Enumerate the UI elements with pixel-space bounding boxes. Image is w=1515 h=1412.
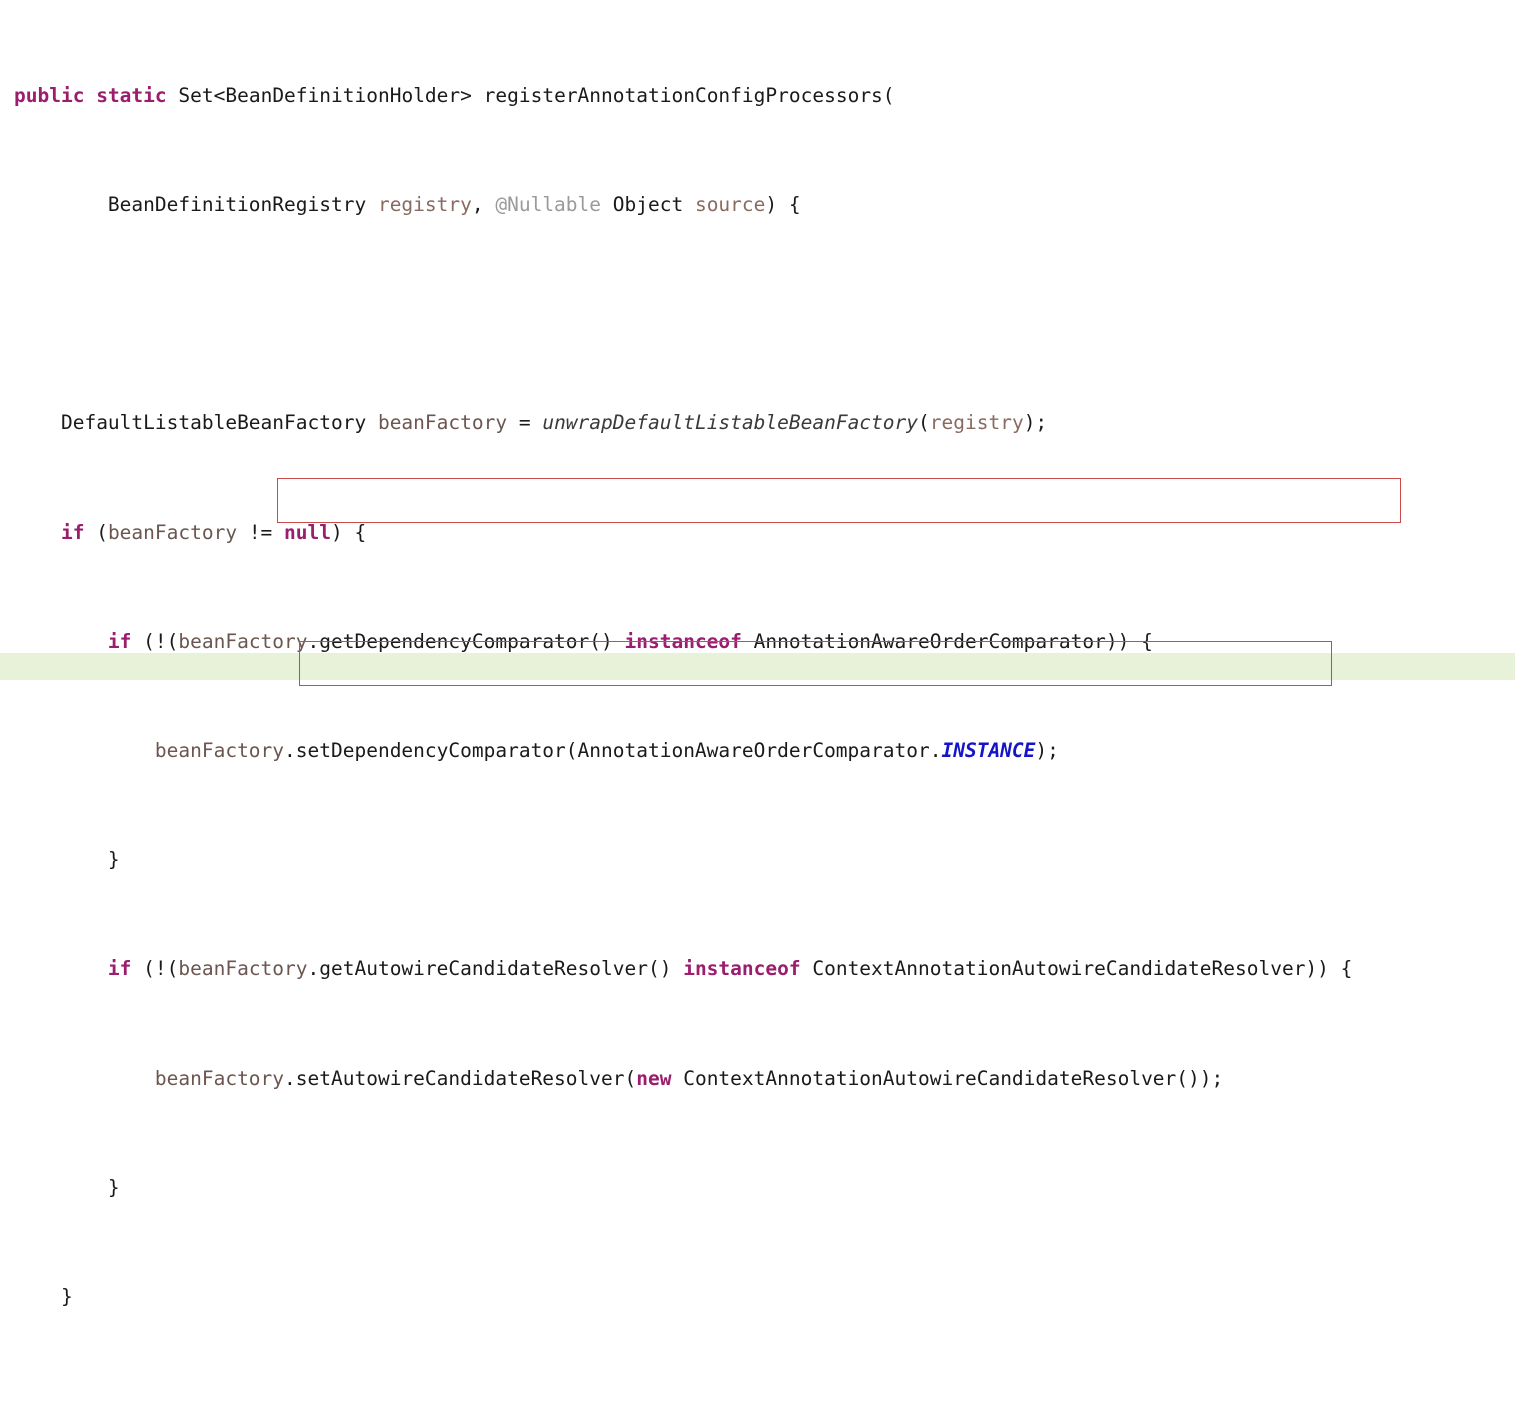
code-line: if (!(beanFactory.getAutowireCandidateRe… (0, 955, 1515, 982)
token-keyword: instanceof (683, 957, 801, 981)
token-brace: } (60, 1284, 73, 1308)
token-param: registry (377, 193, 472, 217)
token-text: = (507, 411, 543, 435)
token-text: ); (1023, 411, 1048, 435)
token-text: .getDependencyComparator() (307, 629, 625, 653)
token-brace: } (107, 1175, 120, 1199)
code-line: } (0, 1283, 1515, 1310)
token-text: ) { (331, 520, 367, 544)
token-text: ) { (765, 193, 801, 217)
token-text: ContextAnnotationAutowireCandidateResolv… (671, 1066, 1224, 1090)
token-local: beanFactory (107, 520, 238, 544)
token-keyword: static (96, 83, 167, 107)
token-local: beanFactory (377, 411, 508, 435)
token-text: BeanDefinitionRegistry (107, 193, 378, 217)
token-text: != (237, 520, 285, 544)
code-line: BeanDefinitionRegistry registry, @Nullab… (0, 191, 1515, 218)
token-text: AnnotationAwareOrderComparator)) { (741, 629, 1153, 653)
token-keyword: if (107, 957, 132, 981)
code-line: beanFactory.setAutowireCandidateResolver… (0, 1065, 1515, 1092)
code-line: if (beanFactory != null) { (0, 519, 1515, 546)
token-text: DefaultListableBeanFactory (60, 411, 378, 435)
code-line: DefaultListableBeanFactory beanFactory =… (0, 409, 1515, 436)
code-line: } (0, 846, 1515, 873)
token-brace: } (107, 848, 120, 872)
token-text: (!( (131, 957, 179, 981)
token-text: Set<BeanDefinitionHolder> registerAnnota… (166, 83, 895, 107)
token-keyword: public (14, 83, 85, 107)
token-keyword: new (636, 1066, 672, 1090)
token-text: ( (84, 520, 108, 544)
token-local: beanFactory (154, 739, 285, 763)
token-text: .setDependencyComparator(AnnotationAware… (284, 739, 942, 763)
token-text: .setAutowireCandidateResolver( (284, 1066, 637, 1090)
token-text: ContextAnnotationAutowireCandidateResolv… (800, 957, 1353, 981)
token-keyword: if (60, 520, 85, 544)
token-local: beanFactory (178, 629, 308, 653)
token-local: beanFactory (154, 1066, 285, 1090)
token-text: .getAutowireCandidateResolver() (307, 957, 684, 981)
code-editor-viewport[interactable]: public static Set<BeanDefinitionHolder> … (0, 0, 1515, 1308)
token-keyword: if (107, 629, 132, 653)
code-line: beanFactory.setDependencyComparator(Anno… (0, 737, 1515, 764)
code-line: } (0, 1174, 1515, 1201)
source-code-text[interactable]: public static Set<BeanDefinitionHolder> … (0, 0, 1515, 1308)
token-param: source (694, 193, 766, 217)
token-text: Object (601, 193, 695, 217)
token-local: beanFactory (178, 957, 308, 981)
token-constant: INSTANCE (941, 739, 1036, 763)
token-text: ( (918, 411, 930, 435)
token-text: ); (1035, 739, 1059, 763)
token-text: (!( (131, 629, 179, 653)
token-text: , (471, 193, 496, 217)
token-keyword: null (284, 520, 332, 544)
token-static-method: unwrapDefaultListableBeanFactory (542, 411, 919, 435)
token-annotation: @Nullable (495, 193, 602, 217)
token-param: registry (929, 411, 1024, 435)
code-line: public static Set<BeanDefinitionHolder> … (0, 82, 1515, 109)
token-keyword: instanceof (624, 629, 742, 653)
code-line: if (!(beanFactory.getDependencyComparato… (0, 628, 1515, 655)
